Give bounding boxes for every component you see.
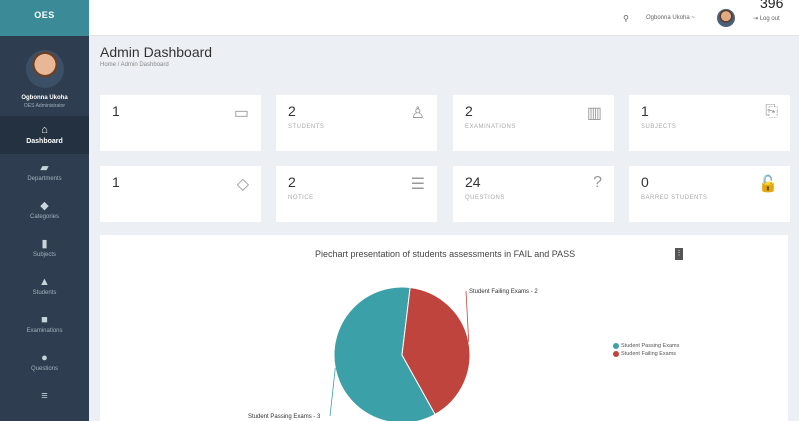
search-icon[interactable]: ⚲ — [623, 14, 629, 23]
folder-icon: ▰ — [40, 162, 49, 174]
sidebar-item-dashboard[interactable]: ⌂ Dashboard — [0, 116, 89, 154]
sidebar-item-label: Students — [32, 290, 57, 296]
sidebar-item-students[interactable]: ▲ Students — [0, 268, 89, 306]
sidebar-item-label: Departments — [27, 176, 62, 182]
stat-label: STUDENTS — [288, 124, 325, 130]
sidebar-item-label: Questions — [30, 366, 58, 372]
stat-value: 2 — [288, 103, 296, 119]
stat-card[interactable]: 1 ◇ — [100, 166, 261, 222]
home-icon: ⌂ — [41, 124, 48, 136]
logout-label: Log out — [759, 16, 780, 22]
stat-label: SUBJECTS — [641, 124, 677, 130]
page-title: Admin Dashboard — [100, 44, 213, 60]
legend-swatch — [613, 342, 619, 349]
sidebar-item-examinations[interactable]: ■ Examinations — [0, 306, 89, 344]
lock-icon: 🔓 — [758, 176, 778, 193]
sidebar: OES Ogbonna Ukoha OES Administrator ⌂ Das… — [0, 0, 89, 421]
logout-icon: ⇥ — [753, 16, 759, 22]
topbar-avatar[interactable] — [717, 9, 735, 27]
stat-label: NOTICE — [288, 195, 314, 201]
chart-legend: Student Passing Exams Student Failing Exa… — [613, 342, 679, 358]
tag-icon: ◆ — [40, 200, 49, 212]
page-header: Admin Dashboard Home / Admin Dashboard — [100, 44, 212, 68]
logout-button[interactable]: ⇥ Log out — [753, 15, 780, 22]
stat-card[interactable]: 1 ▭ — [100, 95, 261, 151]
book-icon: ■ — [41, 314, 48, 326]
corner-number: 396 — [760, 0, 784, 11]
pie-chart: Student Passing Exams - 3 Student Failing… — [248, 286, 538, 421]
stat-card[interactable]: 2 EXAMINATIONS ▥ — [453, 95, 614, 151]
legend-item[interactable]: Student Passing Exams — [613, 342, 679, 350]
stat-label: EXAMINATIONS — [465, 124, 516, 130]
stat-label: QUESTIONS — [465, 195, 505, 201]
stat-value: 2 — [465, 103, 473, 119]
stat-card[interactable]: 1 SUBJECTS ⎘ — [629, 95, 790, 151]
legend-swatch — [613, 350, 619, 357]
sidebar-item-label: Examinations — [26, 328, 63, 334]
pie-data-label: Student Passing Exams - 3 — [248, 414, 321, 420]
stat-value: 1 — [112, 103, 120, 119]
stat-label: BARRED STUDENTS — [641, 195, 708, 201]
chart-panel: Piechart presentation of students assess… — [100, 235, 788, 421]
stat-card[interactable]: 0 BARRED STUDENTS 🔓 — [629, 166, 790, 222]
breadcrumb[interactable]: Home / Admin Dashboard — [100, 62, 212, 68]
sidebar-item-label: Categories — [29, 214, 59, 220]
tag-icon: ◇ — [236, 176, 249, 193]
pie-label-connector — [329, 368, 336, 417]
pie-data-label: Student Failing Exams - 2 — [469, 289, 538, 295]
sidebar-item-more[interactable]: ≡ — [0, 382, 89, 420]
sidebar-item-departments[interactable]: ▰ Departments — [0, 154, 89, 192]
topbar: ⚲ Ogbonna Ukoha ~ ⇥ Log out — [89, 0, 799, 36]
sidebar-item-label: Dashboard — [26, 138, 63, 145]
question-icon: ? — [593, 174, 602, 191]
user-role: OES Administrator — [23, 103, 66, 109]
stat-card[interactable]: 2 STUDENTS ♙ — [276, 95, 437, 151]
stat-value: 0 — [641, 174, 649, 190]
avatar — [25, 50, 64, 88]
sidebar-item-categories[interactable]: ◆ Categories — [0, 192, 89, 230]
question-icon: ● — [41, 352, 48, 364]
stat-value: 2 — [288, 174, 296, 190]
user-menu[interactable]: Ogbonna Ukoha ~ — [646, 15, 695, 21]
stat-value: 1 — [641, 103, 649, 119]
user-icon: ♙ — [410, 105, 425, 122]
sidebar-item-subjects[interactable]: ▮ Subjects — [0, 230, 89, 268]
legend-label: Student Passing Exams — [621, 343, 680, 349]
folder-icon: ▭ — [233, 105, 249, 122]
sidebar-item-label: Subjects — [32, 252, 56, 258]
page: OES Ogbonna Ukoha OES Administrator ⌂ Das… — [0, 0, 799, 421]
student-icon: ▲ — [39, 276, 50, 288]
book-icon: ▥ — [586, 105, 602, 122]
sidebar-item-questions[interactable]: ● Questions — [0, 344, 89, 382]
legend-item[interactable]: Student Failing Exams — [613, 350, 679, 358]
sidebar-nav: ⌂ Dashboard ▰ Departments ◆ Categories ▮ Subjec… — [0, 116, 89, 420]
stat-card[interactable]: 2 NOTICE ☰ — [276, 166, 437, 222]
list-icon: ☰ — [410, 176, 425, 193]
clipboard-icon: ⎘ — [765, 103, 778, 120]
legend-label: Student Failing Exams — [621, 351, 677, 357]
stat-value: 24 — [465, 174, 481, 190]
file-icon: ▮ — [41, 238, 48, 250]
user-name: Ogbonna Ukoha — [21, 95, 68, 101]
stat-card[interactable]: 24 QUESTIONS? — [453, 166, 614, 222]
stat-value: 1 — [112, 174, 120, 190]
brand-logo[interactable]: OES — [0, 0, 89, 36]
list-icon: ≡ — [41, 390, 48, 402]
